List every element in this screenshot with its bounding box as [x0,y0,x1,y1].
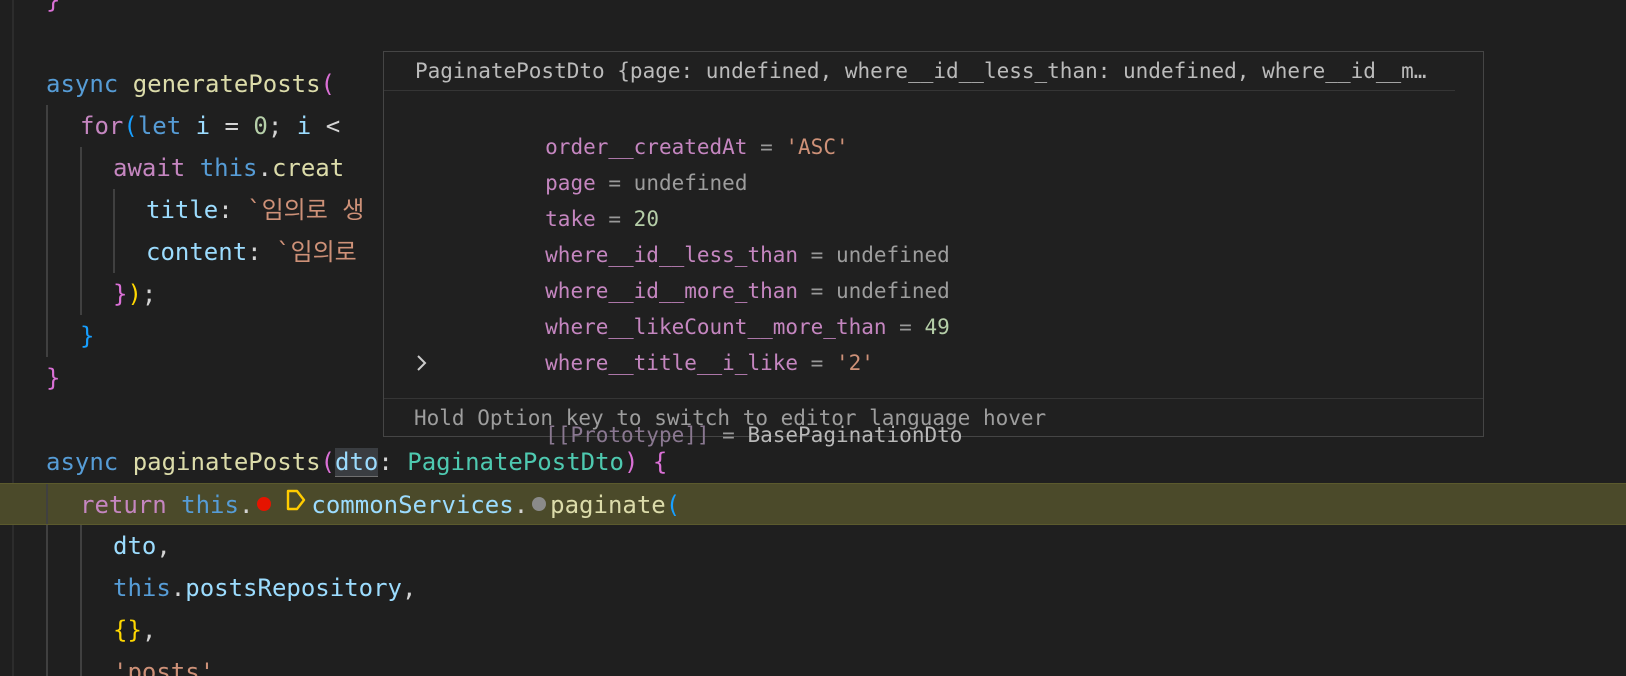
semicolon: ; [267,112,297,140]
dot: . [170,574,186,602]
indent-guide [113,231,115,273]
operator: < [325,112,341,140]
string-literal: `임의로 [276,238,357,266]
closing-brace: } [80,322,95,350]
closing-brace: } [113,280,128,308]
indent-guide [46,105,48,147]
paren: ( [320,448,335,476]
indent-guide [80,189,82,231]
prototype-row[interactable]: [[Prototype]] = BasePaginationDto [384,345,1483,447]
argument-dto: dto [113,532,157,560]
indent-guide [80,567,82,609]
closing-brace: } [46,364,61,392]
hover-variable-tree[interactable]: order__createdAt = 'ASC' page = undefine… [384,91,1483,447]
variable-i: i [296,112,326,140]
variable-row[interactable]: where__likeCount__more_than = 49 [384,273,1483,339]
paren: ( [665,491,681,519]
string-literal: 'posts' [113,658,215,676]
indent-guide [113,189,115,231]
semicolon: ; [141,280,157,308]
dot: . [513,491,529,519]
property-postsRepository: postsRepository [185,574,402,602]
indent-guide [46,273,48,315]
indent-guide [80,147,82,189]
indent-guide [46,567,48,609]
indent-guide [80,609,82,651]
keyword-await: await [113,154,200,182]
keyword-return: return [80,491,182,519]
indent-guide [80,651,82,676]
dot: . [257,154,272,182]
code-line: this.postsRepository, [0,567,1626,609]
inline-breakpoint-icon[interactable] [532,497,547,511]
string-literal: `임의로 생 [247,196,365,224]
keyword-this: this [181,491,239,519]
indent-guide [80,231,82,273]
function-name: paginatePosts [132,448,321,476]
colon: : [378,448,408,476]
debug-hover-widget[interactable]: PaginatePostDto {page: undefined, where_… [383,51,1484,447]
code-line: dto, [0,525,1626,567]
variable-row[interactable]: where__id__more_than = undefined [384,237,1483,303]
indent-guide [46,651,48,676]
empty-object: {} [113,616,142,644]
indent-guide [46,484,48,524]
comma: , [214,658,229,676]
property-content: content [146,238,248,266]
function-name: generatePosts [132,70,321,98]
method-name: creat [271,154,345,182]
property-commonServices: commonServices [311,491,514,519]
code-line: {}, [0,609,1626,651]
code-editor[interactable]: } async generatePosts( for(let i = 0; i … [0,0,1626,676]
closing-brace: } [46,0,61,14]
code-line: } [0,0,1626,21]
keyword-async: async [46,448,133,476]
stack-frame-icon [285,483,307,525]
colon: : [218,196,248,224]
property-title: title [146,196,219,224]
current-debug-line: return this. commonServices. paginate( [0,483,1626,525]
indent-guide [80,273,82,315]
indent-guide [46,315,48,357]
closing-paren: ) [127,280,142,308]
breakpoint-icon[interactable] [257,497,272,511]
variable-i: i [195,112,225,140]
variable-row[interactable]: order__createdAt = 'ASC' [384,93,1483,159]
comma: , [402,574,417,602]
parameter-dto-hovered[interactable]: dto [335,448,379,477]
paren: ( [320,70,335,98]
indent-guide [46,189,48,231]
operator: = [224,112,254,140]
variable-row[interactable]: where__title__i_like = '2' [384,309,1483,375]
hover-footer-hint: Hold Option key to switch to editor lang… [384,398,1483,436]
indent-guide [46,147,48,189]
paren: ( [123,112,138,140]
code-line: 'posts', [0,651,1626,676]
variable-row[interactable]: page = undefined [384,129,1483,195]
hover-header: PaginatePostDto {page: undefined, where_… [384,52,1455,91]
comma: , [141,616,157,644]
dot: . [238,491,254,519]
indent-guide [46,525,48,567]
keyword-for: for [80,112,124,140]
method-paginate: paginate [550,491,666,519]
indent-guide [80,525,82,567]
variable-row[interactable]: take = 20 [384,165,1483,231]
chevron-right-icon[interactable] [414,345,430,392]
indent-guide [46,231,48,273]
keyword-let: let [137,112,196,140]
colon: : [247,238,277,266]
keyword-this: this [199,154,258,182]
number: 0 [253,112,268,140]
indent-guide [46,609,48,651]
comma: , [156,532,171,560]
variable-row[interactable]: where__id__less_than = undefined [384,201,1483,267]
keyword-this: this [113,574,171,602]
keyword-async: async [46,70,133,98]
